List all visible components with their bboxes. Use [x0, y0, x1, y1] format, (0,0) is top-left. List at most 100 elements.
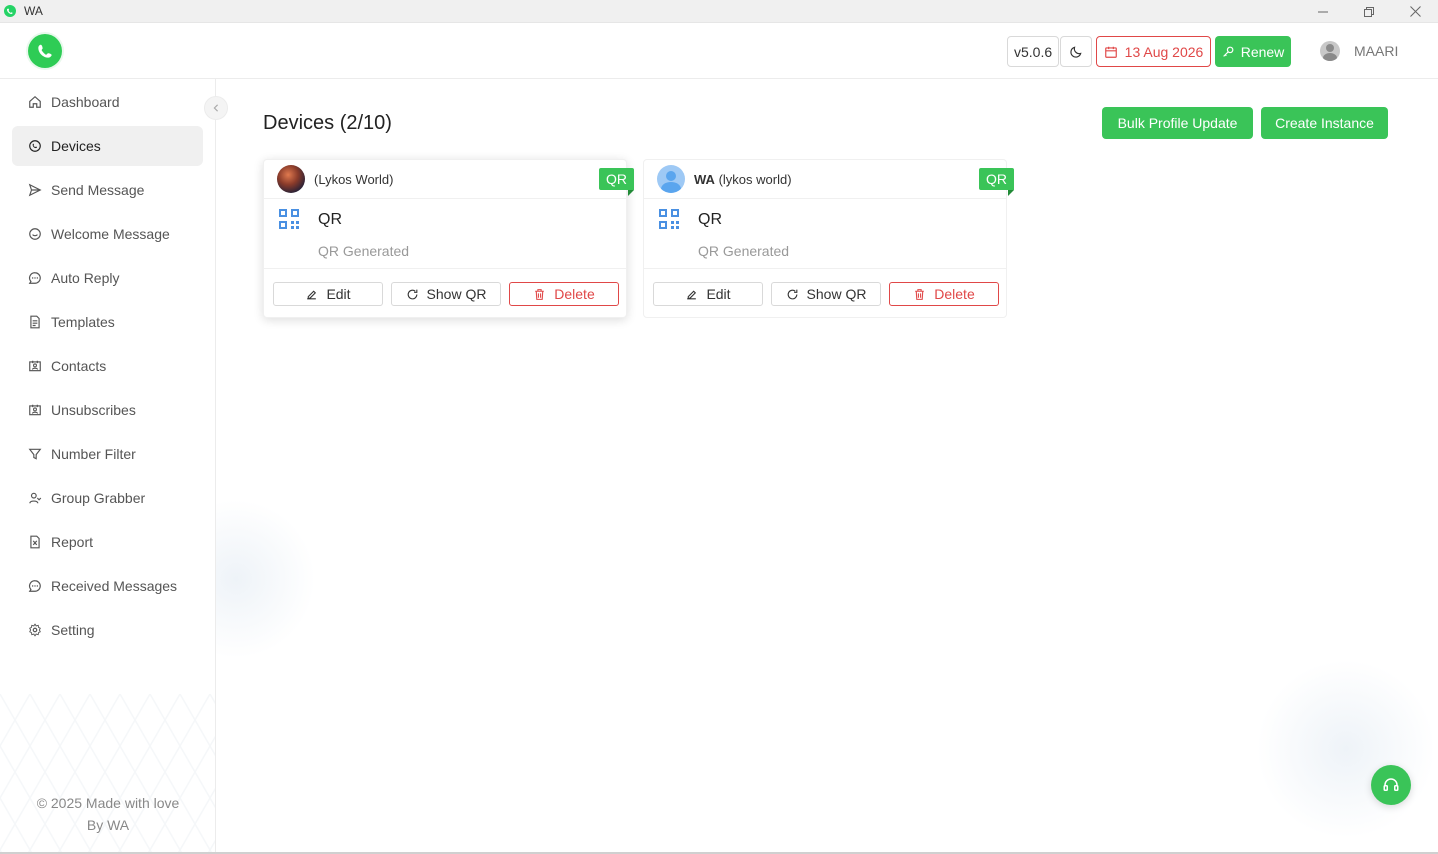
edit-button[interactable]: Edit	[273, 282, 383, 306]
edit-icon	[307, 289, 317, 299]
username: MAARI	[1354, 43, 1399, 59]
sidebar-item-welcome-message[interactable]: Welcome Message	[12, 214, 203, 254]
app-header: v5.0.6 13 Aug 2026 Renew MAARI	[0, 23, 1438, 79]
device-account: (Lykos World)	[314, 171, 394, 187]
delete-button[interactable]: Delete	[889, 282, 999, 306]
user-group-icon	[29, 492, 42, 504]
trash-icon	[915, 288, 925, 300]
trash-icon	[535, 288, 545, 300]
reload-icon	[407, 289, 417, 299]
expiry-date-text: 13 Aug 2026	[1124, 43, 1204, 60]
sidebar-item-templates[interactable]: Templates	[12, 302, 203, 342]
home-icon	[29, 95, 41, 108]
delete-button[interactable]: Delete	[509, 282, 619, 306]
file-icon	[30, 315, 40, 329]
edit-label: Edit	[706, 286, 731, 302]
sidebar-item-label: Setting	[51, 622, 95, 638]
sidebar-item-label: Contacts	[51, 358, 107, 374]
page-title: Devices (2/10)	[263, 112, 392, 134]
device-status-subtitle: QR Generated	[318, 243, 410, 259]
restore-button[interactable]	[1346, 0, 1392, 23]
device-status-subtitle: QR Generated	[698, 243, 790, 259]
calendar-icon	[1104, 46, 1117, 58]
edit-button[interactable]: Edit	[653, 282, 763, 306]
gear-icon	[29, 623, 41, 637]
app-icon	[4, 5, 16, 17]
status-badge: QR	[599, 168, 634, 196]
sidebar-item-label: Devices	[51, 138, 101, 154]
device-card: (Lykos World) QR QR QR Generated Edit Sh…	[263, 159, 634, 318]
footer-copyright: © 2025 Made with love	[36, 795, 180, 811]
sidebar-item-send-message[interactable]: Send Message	[12, 170, 203, 210]
minimize-button[interactable]	[1300, 0, 1346, 23]
footer-author: By WA	[86, 817, 130, 833]
qr-code-icon	[659, 209, 679, 229]
sidebar-item-label: Received Messages	[51, 578, 178, 594]
send-icon	[28, 183, 42, 197]
close-button[interactable]	[1392, 0, 1438, 23]
smile-icon	[29, 228, 41, 240]
device-account: (lykos world)	[718, 171, 792, 187]
show-qr-label: Show QR	[426, 286, 487, 302]
sidebar-item-unsubscribes[interactable]: Unsubscribes	[12, 390, 203, 430]
edit-icon	[687, 289, 697, 299]
device-avatar	[277, 165, 305, 193]
bulk-profile-update-button[interactable]: Bulk Profile Update	[1102, 107, 1253, 139]
renew-button[interactable]: Renew	[1215, 36, 1291, 67]
sidebar-item-received-messages[interactable]: Received Messages	[12, 566, 203, 606]
sidebar-item-label: Welcome Message	[51, 226, 170, 242]
sidebar-item-auto-reply[interactable]: Auto Reply	[12, 258, 203, 298]
sidebar-item-label: Dashboard	[51, 94, 120, 110]
create-instance-button[interactable]: Create Instance	[1261, 107, 1388, 139]
device-card-actions: Edit Show QR Delete	[653, 282, 999, 306]
contacts-icon	[29, 360, 41, 372]
sidebar-item-setting[interactable]: Setting	[12, 610, 203, 650]
sidebar: Dashboard Devices Send Message Welcome M…	[0, 79, 216, 854]
status-badge: QR	[979, 168, 1014, 196]
sidebar-nav: Dashboard Devices Send Message Welcome M…	[12, 82, 203, 654]
theme-toggle-button[interactable]	[1060, 36, 1092, 67]
sidebar-item-label: Report	[51, 534, 94, 550]
sidebar-item-label: Send Message	[51, 182, 145, 198]
sidebar-item-label: Unsubscribes	[51, 402, 136, 418]
device-card-body: QR QR Generated	[264, 199, 626, 269]
support-button[interactable]	[1371, 765, 1411, 805]
delete-label: Delete	[554, 286, 595, 302]
sidebar-item-number-filter[interactable]: Number Filter	[12, 434, 203, 474]
delete-label: Delete	[934, 286, 975, 302]
show-qr-button[interactable]: Show QR	[771, 282, 881, 306]
headset-icon	[1383, 778, 1399, 791]
chat-icon	[28, 272, 41, 284]
sidebar-item-label: Auto Reply	[51, 270, 120, 286]
device-card-header: (Lykos World)	[264, 160, 626, 199]
user-avatar-icon	[1320, 41, 1340, 61]
chevron-left-icon	[213, 104, 219, 112]
device-card-body: QR QR Generated	[644, 199, 1006, 269]
whatsapp-logo-icon[interactable]	[28, 34, 62, 68]
user-menu[interactable]: MAARI	[1320, 40, 1398, 62]
qr-code-icon	[279, 209, 299, 229]
device-avatar	[657, 165, 685, 193]
sidebar-item-group-grabber[interactable]: Group Grabber	[12, 478, 203, 518]
moon-icon	[1070, 45, 1082, 58]
device-card: WA (lykos world) QR QR QR Generated Edit…	[643, 159, 1014, 318]
sidebar-item-label: Number Filter	[51, 446, 136, 462]
collapse-sidebar-button[interactable]	[204, 96, 228, 120]
sidebar-item-devices[interactable]: Devices	[12, 126, 203, 166]
show-qr-button[interactable]: Show QR	[391, 282, 501, 306]
show-qr-label: Show QR	[806, 286, 867, 302]
whatsapp-icon	[29, 140, 41, 152]
window-title: WA	[24, 4, 43, 18]
sidebar-footer: © 2025 Made with love By WA	[0, 792, 215, 836]
sidebar-item-contacts[interactable]: Contacts	[12, 346, 203, 386]
device-status-title: QR	[318, 211, 342, 228]
sidebar-item-label: Group Grabber	[51, 490, 146, 506]
expiry-date-button[interactable]: 13 Aug 2026	[1096, 36, 1211, 67]
device-status-title: QR	[698, 211, 722, 228]
excel-icon	[30, 535, 40, 549]
sidebar-item-report[interactable]: Report	[12, 522, 203, 562]
contacts-icon	[29, 404, 41, 416]
sidebar-item-dashboard[interactable]: Dashboard	[12, 82, 203, 122]
device-card-actions: Edit Show QR Delete	[273, 282, 619, 306]
device-name: WA	[694, 171, 715, 187]
